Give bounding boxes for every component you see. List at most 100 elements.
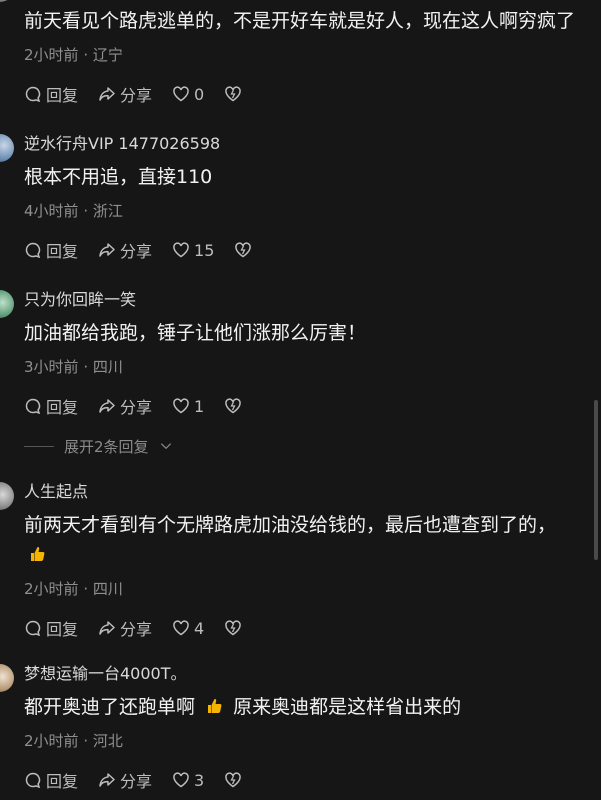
reply-button[interactable]: 回复 (24, 238, 78, 262)
like-icon (173, 398, 189, 414)
dislike-button[interactable] (224, 85, 242, 103)
comment-author[interactable]: 只为你回眸一笑 (24, 288, 581, 312)
comment-meta: 2小时前 · 河北 (24, 730, 581, 752)
comment-text: 根本不用追，直接110 (24, 166, 213, 188)
like-count: 0 (194, 84, 205, 104)
dislike-icon (225, 398, 241, 414)
reply-icon (25, 86, 41, 103)
like-button[interactable]: 15 (172, 241, 214, 260)
like-icon (173, 86, 189, 102)
avatar[interactable] (0, 482, 14, 510)
comment-text: 前天看见个路虎逃单的，不是开好车就是好人，现在这人啊穷疯了 (24, 10, 576, 32)
dislike-icon (225, 620, 241, 636)
share-icon (99, 773, 115, 787)
thumbs-up-emoji (208, 699, 222, 713)
comment-meta: 2小时前 · 辽宁 (24, 44, 581, 66)
comment-text-part: 原来奥迪都是这样省出来的 (233, 696, 462, 718)
expand-divider (24, 445, 54, 447)
chevron-down-icon (160, 443, 171, 450)
share-button[interactable]: 分享 (98, 238, 152, 262)
share-label: 分享 (120, 772, 153, 791)
comment-location: 辽宁 (92, 46, 123, 64)
reply-label: 回复 (46, 398, 79, 417)
comment-actions: 回复 分享 1 (24, 394, 581, 418)
reply-button[interactable]: 回复 (24, 394, 78, 418)
like-icon (173, 620, 189, 636)
comment-time: 4小时前 (24, 202, 79, 220)
comment-text-body: 前两天才看到有个无牌路虎加油没给钱的，最后也遭查到了的， (24, 514, 557, 536)
comment-item: 逆水行舟VIP 1477026598 根本不用追，直接110 4小时前 · 浙江… (0, 132, 601, 262)
avatar[interactable] (0, 0, 14, 2)
reply-icon (25, 242, 41, 259)
like-count: 3 (194, 770, 205, 790)
like-button[interactable]: 1 (172, 397, 204, 416)
reply-icon (25, 620, 41, 637)
share-icon (99, 87, 115, 101)
comment-text: 加油都给我跑，锤子让他们涨那么厉害！ (24, 322, 367, 344)
share-label: 分享 (120, 86, 153, 105)
share-button[interactable]: 分享 (98, 394, 152, 418)
comment-time: 2小时前 (24, 580, 79, 598)
share-button[interactable]: 分享 (98, 616, 152, 640)
reply-button[interactable]: 回复 (24, 616, 78, 640)
comment-feed: 前天看见个路虎逃单的，不是开好车就是好人，现在这人啊穷疯了 2小时前 · 辽宁 … (0, 0, 601, 792)
share-button[interactable]: 分享 (98, 768, 152, 792)
share-icon (99, 399, 115, 413)
dislike-button[interactable] (234, 241, 252, 259)
share-icon (99, 243, 115, 257)
reply-label: 回复 (46, 86, 79, 105)
comment-actions: 回复 分享 0 (24, 82, 581, 106)
like-icon (173, 772, 189, 788)
comment-meta: 4小时前 · 浙江 (24, 200, 581, 222)
dislike-button[interactable] (224, 397, 242, 415)
reply-icon (25, 772, 41, 789)
scrollbar[interactable] (594, 400, 598, 560)
dislike-button[interactable] (224, 771, 242, 789)
comment-text: 前两天才看到有个无牌路虎加油没给钱的，最后也遭查到了的， (24, 510, 581, 570)
like-icon (173, 242, 189, 258)
comment-location: 浙江 (92, 202, 123, 220)
dislike-icon (225, 772, 241, 788)
comment-location: 四川 (92, 358, 123, 376)
comment-text-part: 都开奥迪了还跑单啊 (24, 696, 196, 718)
reply-icon (25, 398, 41, 415)
like-button[interactable]: 4 (172, 619, 204, 638)
comment-text: 都开奥迪了还跑单啊 原来奥迪都是这样省出来的 (24, 692, 581, 722)
like-count: 4 (194, 618, 205, 638)
avatar[interactable] (0, 134, 14, 162)
share-button[interactable]: 分享 (98, 82, 152, 106)
like-count: 15 (194, 240, 215, 260)
comment-item: 梦想运输一台4000T。 都开奥迪了还跑单啊 原来奥迪都是这样省出来的 2小时前… (0, 662, 601, 792)
share-icon (99, 621, 115, 635)
expand-replies-button[interactable]: 展开2条回复 (24, 434, 601, 458)
meta-separator: · (83, 202, 89, 220)
comment-location: 河北 (92, 732, 123, 750)
like-button[interactable]: 3 (172, 771, 204, 790)
comment-time: 3小时前 (24, 358, 79, 376)
expand-replies-label: 展开2条回复 (64, 437, 149, 456)
meta-separator: · (83, 580, 89, 598)
comment-location: 四川 (92, 580, 123, 598)
dislike-icon (225, 86, 241, 102)
comment-time: 2小时前 (24, 732, 79, 750)
reply-button[interactable]: 回复 (24, 82, 78, 106)
reply-button[interactable]: 回复 (24, 768, 78, 792)
comment-author[interactable]: 逆水行舟VIP 1477026598 (24, 132, 581, 156)
reply-label: 回复 (46, 620, 79, 639)
comment-meta: 3小时前 · 四川 (24, 356, 581, 378)
comment-item: 前天看见个路虎逃单的，不是开好车就是好人，现在这人啊穷疯了 2小时前 · 辽宁 … (0, 0, 601, 106)
reply-label: 回复 (46, 772, 79, 791)
thumbs-up-emoji (31, 547, 45, 561)
avatar[interactable] (0, 664, 14, 692)
comment-author[interactable]: 人生起点 (24, 480, 581, 504)
comment-author[interactable]: 梦想运输一台4000T。 (24, 662, 581, 686)
dislike-button[interactable] (224, 619, 242, 637)
meta-separator: · (83, 732, 89, 750)
like-button[interactable]: 0 (172, 85, 204, 104)
meta-separator: · (83, 358, 89, 376)
comment-actions: 回复 分享 4 (24, 616, 581, 640)
like-count: 1 (194, 396, 205, 416)
meta-separator: · (83, 46, 89, 64)
dislike-icon (235, 242, 252, 258)
avatar[interactable] (0, 290, 14, 318)
